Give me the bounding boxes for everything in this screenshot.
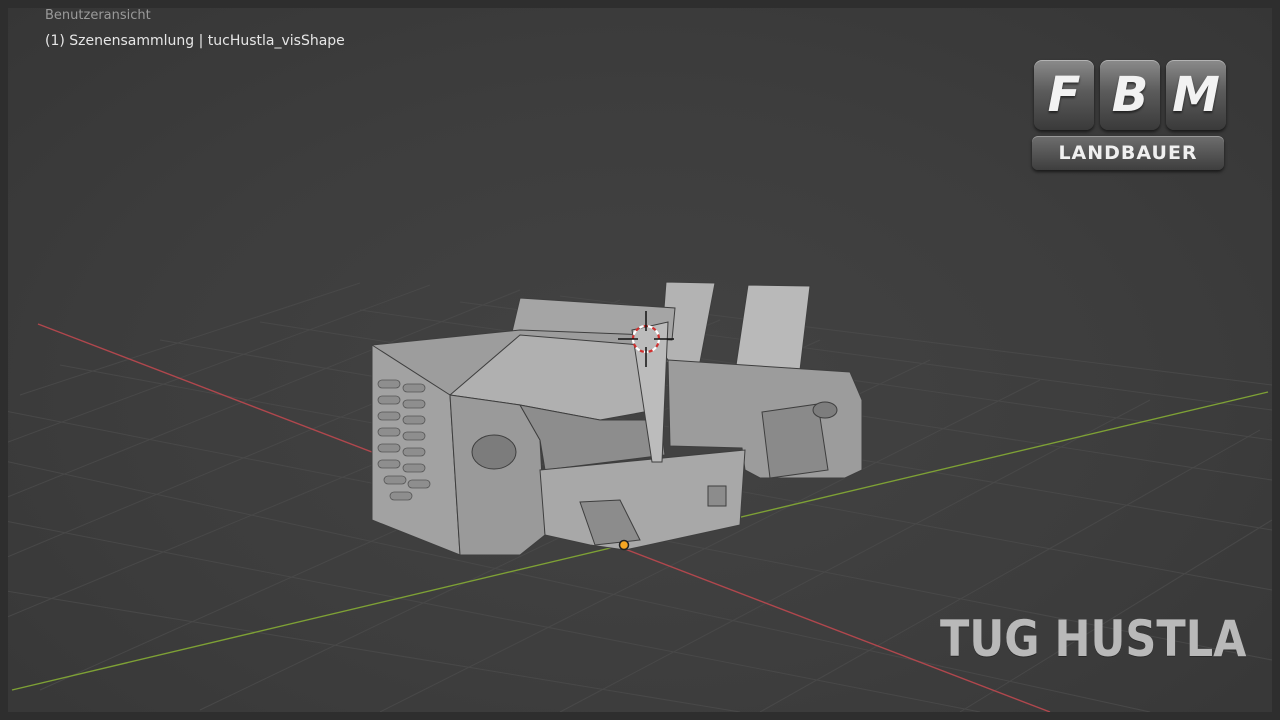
view-name-label: Benutzeransicht xyxy=(45,8,151,23)
scene-info-label: (1) Szenensammlung | tucHustla_visShape xyxy=(45,33,345,49)
logo-subtitle: LANDBAUER xyxy=(1032,136,1224,170)
overlay-title: TUG HUSTLA xyxy=(940,610,1247,668)
logo-letter-b: B xyxy=(1100,60,1160,130)
logo-letter-f: F xyxy=(1034,60,1094,130)
origin-dot-icon xyxy=(618,539,630,551)
logo-letter-m: M xyxy=(1166,60,1226,130)
3d-viewport[interactable]: Benutzeransicht (1) Szenensammlung | tuc… xyxy=(0,0,1280,720)
logo-letters: F B M xyxy=(1030,60,1230,132)
blender-window: Benutzeransicht (1) Szenensammlung | tuc… xyxy=(0,0,1280,720)
fbm-landbauer-logo: F B M LANDBAUER xyxy=(1030,60,1230,172)
